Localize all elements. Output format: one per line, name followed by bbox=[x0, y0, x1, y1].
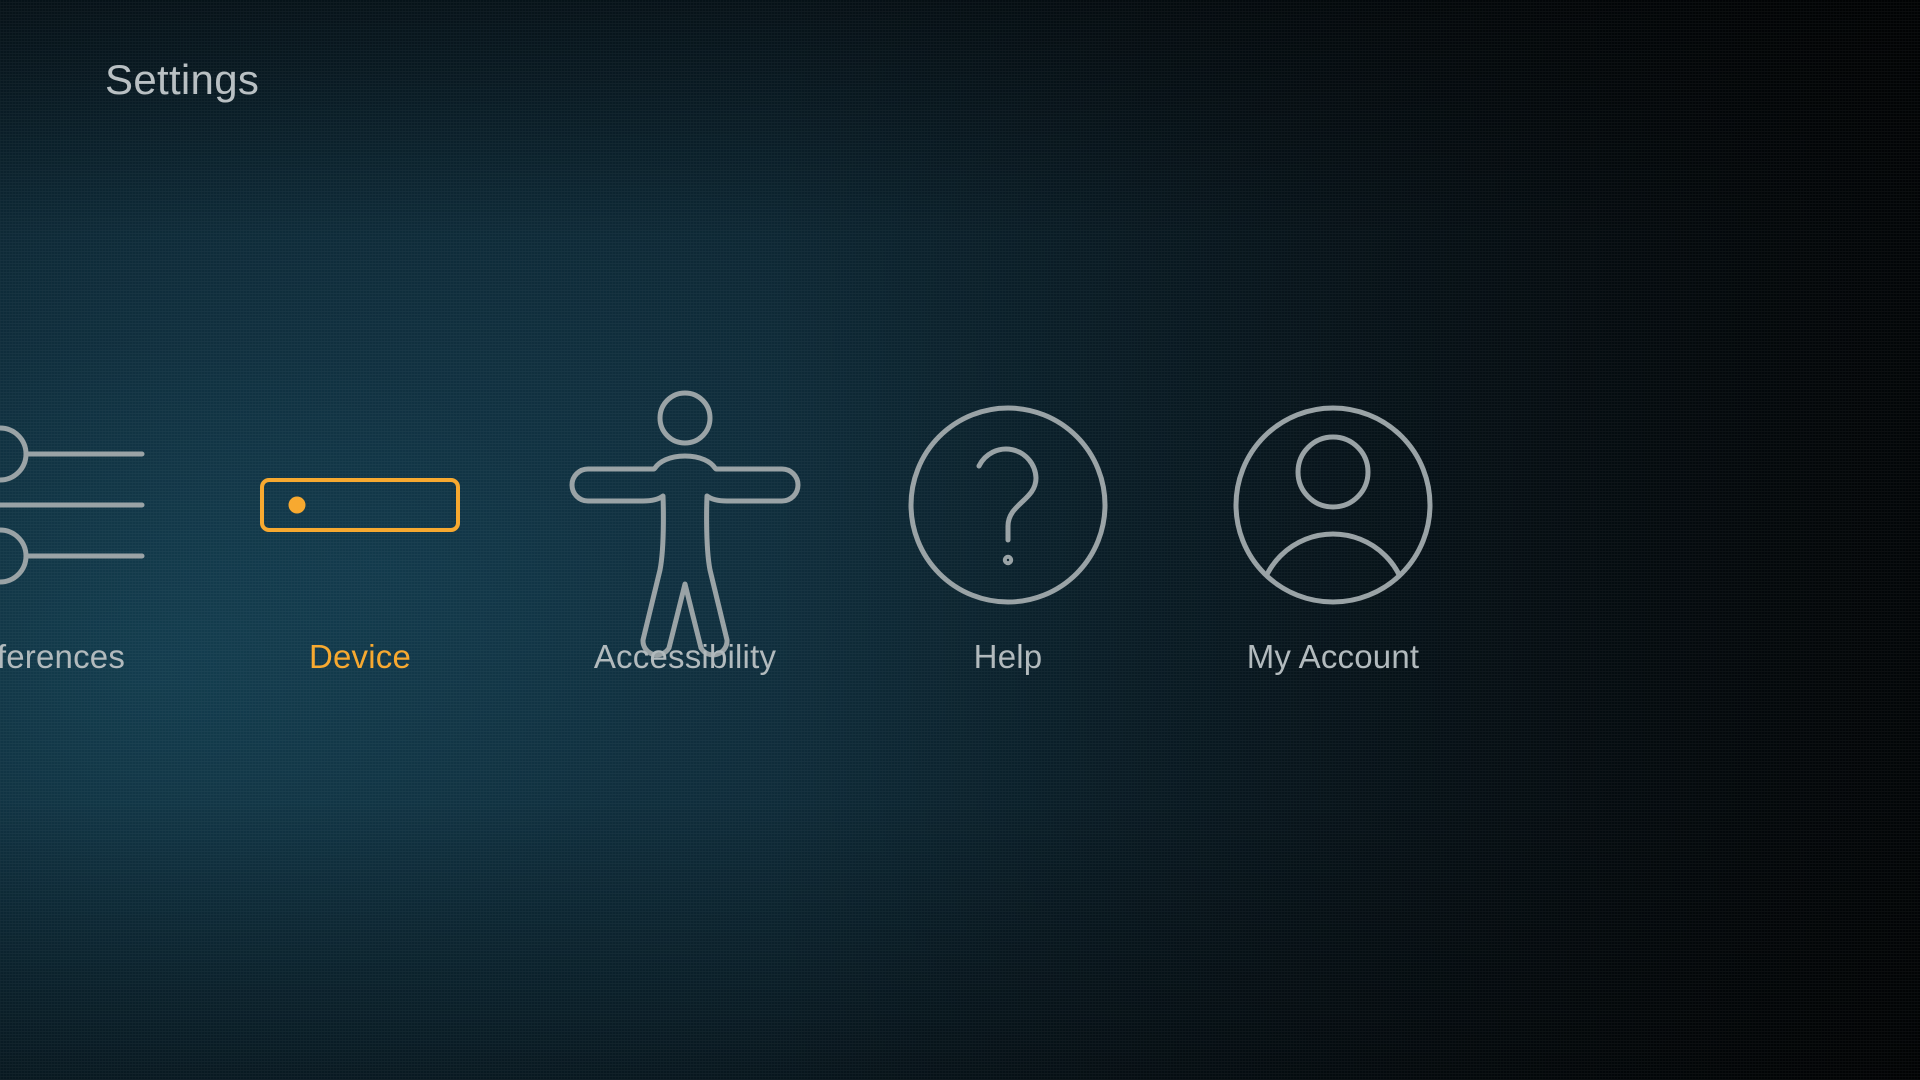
menu-item-my-account[interactable]: My Account bbox=[1183, 390, 1483, 720]
menu-item-help[interactable]: Help bbox=[858, 390, 1158, 720]
menu-item-device[interactable]: Device bbox=[210, 390, 510, 720]
device-stick-icon bbox=[235, 390, 485, 620]
user-account-circle-icon bbox=[1208, 390, 1458, 620]
question-mark-circle-icon bbox=[883, 390, 1133, 620]
menu-item-preferences[interactable]: Preferences bbox=[0, 390, 185, 720]
settings-menu-row: Preferences Device Acc bbox=[0, 0, 1920, 1080]
menu-item-label: Help bbox=[973, 638, 1043, 675]
accessibility-person-icon bbox=[560, 390, 810, 658]
menu-item-accessibility[interactable]: Accessibility bbox=[535, 390, 835, 720]
menu-item-label: Accessibility bbox=[593, 638, 777, 675]
menu-item-label: Device bbox=[308, 638, 412, 675]
settings-screen: Settings Preference bbox=[0, 0, 1920, 1080]
sliders-icon bbox=[0, 390, 160, 620]
menu-item-label: Preferences bbox=[0, 638, 126, 675]
menu-item-label: My Account bbox=[1246, 638, 1420, 675]
